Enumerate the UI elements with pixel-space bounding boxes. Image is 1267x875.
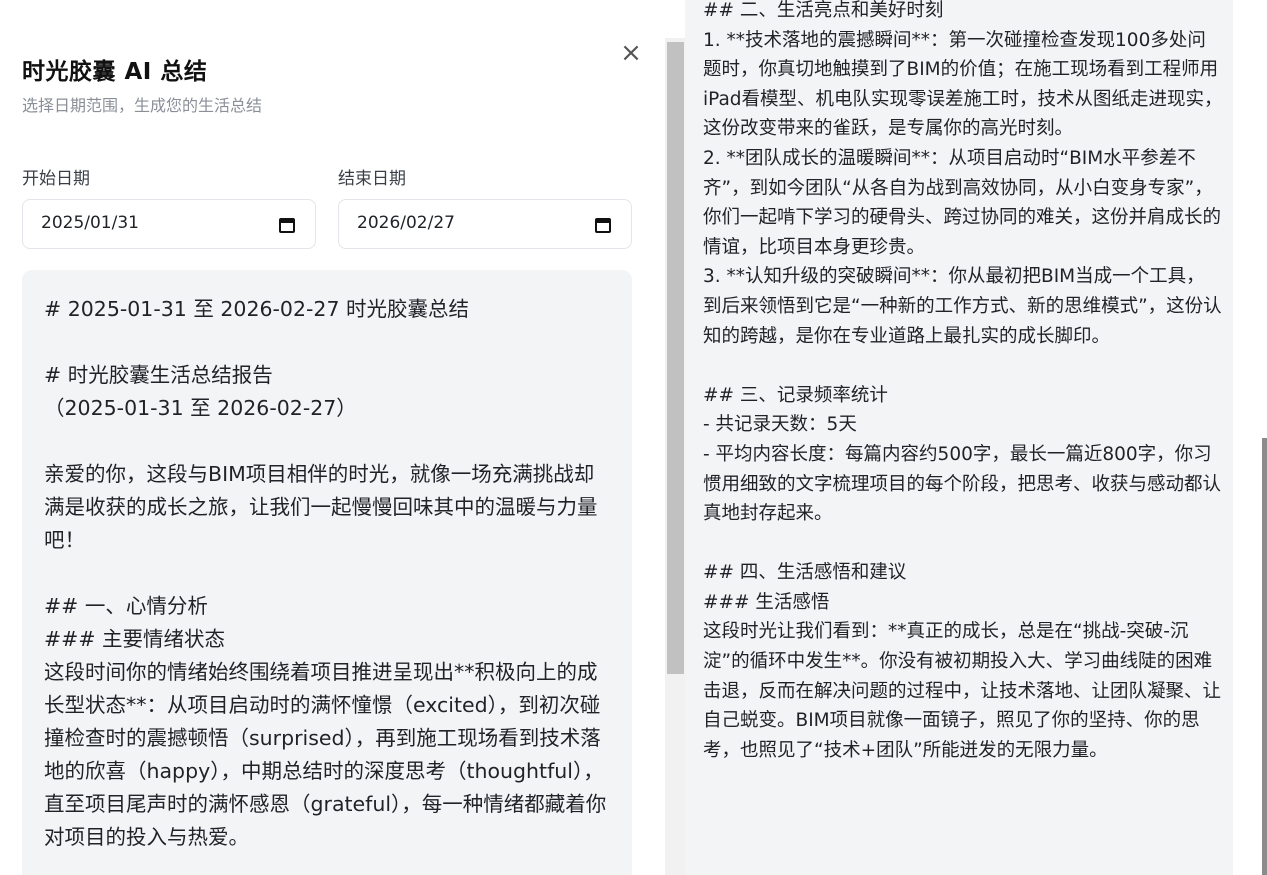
scrollbar-thumb[interactable] bbox=[667, 42, 684, 674]
dialog-subtitle: 选择日期范围，生成您的生活总结 bbox=[22, 96, 263, 115]
summary-text-right: ## 二、生活亮点和美好时刻 1. **技术落地的震撼瞬间**：第一次碰撞检查发… bbox=[703, 0, 1223, 761]
end-date-input[interactable]: 2026/02/27 bbox=[338, 199, 632, 249]
summary-continuation-panel: ## 二、生活亮点和美好时刻 1. **技术落地的震撼瞬间**：第一次碰撞检查发… bbox=[685, 0, 1233, 875]
summary-output-box: # 2025-01-31 至 2026-02-27 时光胶囊总结 # 时光胶囊生… bbox=[22, 270, 632, 875]
summary-text-left: # 2025-01-31 至 2026-02-27 时光胶囊总结 # 时光胶囊生… bbox=[44, 297, 607, 849]
page-scrollbar[interactable] bbox=[1262, 438, 1267, 875]
end-date-value: 2026/02/27 bbox=[357, 213, 455, 233]
end-date-label: 结束日期 bbox=[338, 169, 406, 189]
start-date-label: 开始日期 bbox=[22, 169, 90, 189]
dialog-title: 时光胶囊 AI 总结 bbox=[22, 59, 208, 85]
calendar-icon[interactable] bbox=[594, 216, 612, 234]
start-date-value: 2025/01/31 bbox=[41, 213, 139, 233]
calendar-icon[interactable] bbox=[278, 216, 296, 234]
start-date-input[interactable]: 2025/01/31 bbox=[22, 199, 316, 249]
summary-dialog: 时光胶囊 AI 总结 选择日期范围，生成您的生活总结 × 开始日期 结束日期 2… bbox=[0, 0, 655, 875]
close-button[interactable]: × bbox=[618, 40, 644, 66]
